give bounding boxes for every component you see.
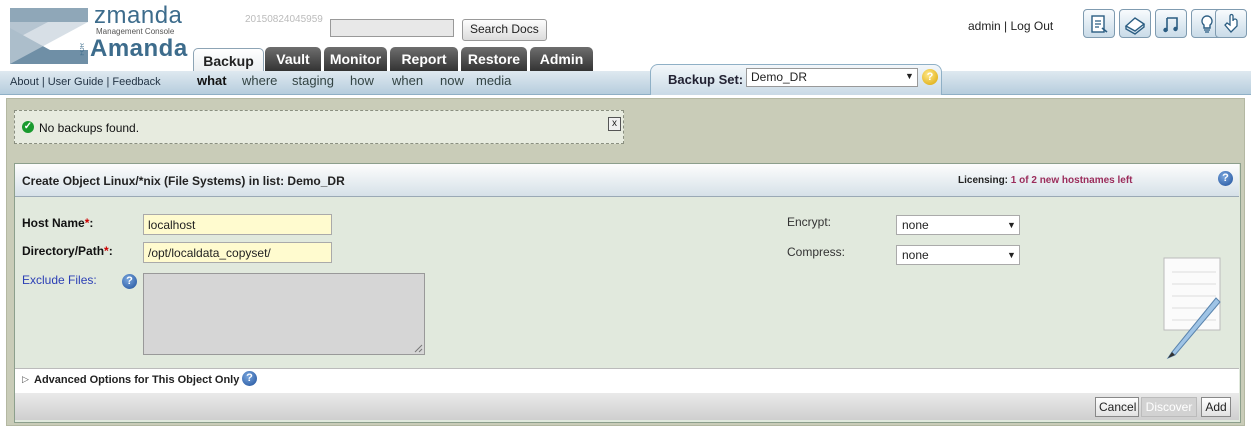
search-docs-button[interactable]: Search Docs [462,19,547,41]
label-colon: : [108,244,113,258]
backup-set-select[interactable]: Demo_DR [746,68,918,87]
search-input[interactable] [330,19,454,37]
subtab-media[interactable]: media [476,73,511,88]
logout-link[interactable]: Log Out [1011,19,1054,33]
tab-admin[interactable]: Admin [530,47,593,71]
brand-amanda: Amanda [90,35,188,62]
encrypt-label: Encrypt: [787,215,832,229]
sub-nav-bar-right [940,71,1251,95]
brand-for: FOR [80,43,86,56]
help-links: About | User Guide | Feedback [10,76,161,88]
directory-path-value: /opt/localdata_copyset/ [148,246,271,260]
zmanda-amanda-logo[interactable]: zmanda Management Console FOR Amanda [10,2,210,68]
dropdown-arrow-icon: ▼ [1007,220,1016,230]
tab-report[interactable]: Report [390,47,458,71]
encrypt-select[interactable]: none [896,215,1020,235]
advanced-options-help-icon[interactable]: ? [242,371,257,386]
subtab-where[interactable]: where [242,73,277,88]
advanced-options-label[interactable]: Advanced Options for This Object Only [34,374,239,386]
backup-set-label: Backup Set: [668,72,744,87]
compress-select[interactable]: none [896,245,1020,265]
encrypt-value: none [902,218,929,232]
subtab-staging[interactable]: staging [292,73,334,88]
status-message: No backups found. [39,121,140,135]
label-colon: : [89,216,94,230]
about-link[interactable]: About [10,76,39,88]
cancel-button[interactable]: Cancel [1095,397,1139,417]
add-button[interactable]: Add [1201,397,1231,417]
host-name-input[interactable]: localhost [143,214,332,235]
licensing-label: Licensing: [958,175,1009,186]
notes-icon[interactable] [1083,9,1115,38]
zmanda-logo-mark [10,8,88,64]
separator: | [106,76,110,88]
panel-title: Create Object Linux/*nix (File Systems) … [22,174,345,188]
action-bar [15,393,1239,420]
tab-monitor[interactable]: Monitor [324,47,387,71]
directory-path-label-text: Directory/Path [22,244,105,258]
host-name-label-text: Host Name [22,216,85,230]
backup-set-value: Demo_DR [751,70,808,84]
pointer-icon[interactable] [1215,9,1247,38]
dropdown-arrow-icon: ▼ [1007,250,1016,260]
directory-path-label: Directory/Path*: [22,244,113,258]
user-area: admin | Log Out [968,19,1053,33]
check-circle-icon: ✓ [22,121,34,133]
subtab-when[interactable]: when [392,73,423,88]
drive-icon[interactable] [1119,9,1151,38]
close-message-button[interactable]: x [608,117,621,131]
exclude-files-link[interactable]: Exclude Files: [22,273,97,287]
licensing-info: Licensing: 1 of 2 new hostnames left [958,175,1133,186]
subtab-how[interactable]: how [350,73,374,88]
notepad-pencil-icon [1163,257,1221,360]
brand-zmanda: zmanda [94,2,183,29]
discover-button[interactable]: Discover [1141,397,1197,417]
separator: | [1004,19,1008,33]
exclude-files-textarea[interactable] [143,273,425,355]
username: admin [968,19,1001,33]
backup-set-help-icon[interactable]: ? [922,69,938,85]
exclude-files-help-icon[interactable]: ? [122,274,137,289]
compress-value: none [902,248,929,262]
directory-path-input[interactable]: /opt/localdata_copyset/ [143,242,332,263]
panel-help-icon[interactable]: ? [1218,171,1233,186]
compress-label: Compress: [787,245,846,259]
dropdown-arrow-icon: ▼ [905,71,914,81]
build-id: 20150824045959 [245,14,323,25]
host-name-value: localhost [148,218,196,232]
licensing-value: 1 of 2 new hostnames left [1010,175,1133,186]
tab-restore[interactable]: Restore [461,47,527,71]
subtab-now[interactable]: now [440,73,464,88]
music-icon[interactable] [1155,9,1187,38]
tab-vault[interactable]: Vault [265,47,321,71]
host-name-label: Host Name*: [22,216,93,230]
expand-arrow-icon[interactable]: ▷ [22,374,29,385]
resize-grip-icon[interactable] [414,344,423,353]
subtab-what[interactable]: what [197,73,227,88]
feedback-link[interactable]: Feedback [112,76,160,88]
separator: | [41,76,45,88]
user-guide-link[interactable]: User Guide [48,76,104,88]
